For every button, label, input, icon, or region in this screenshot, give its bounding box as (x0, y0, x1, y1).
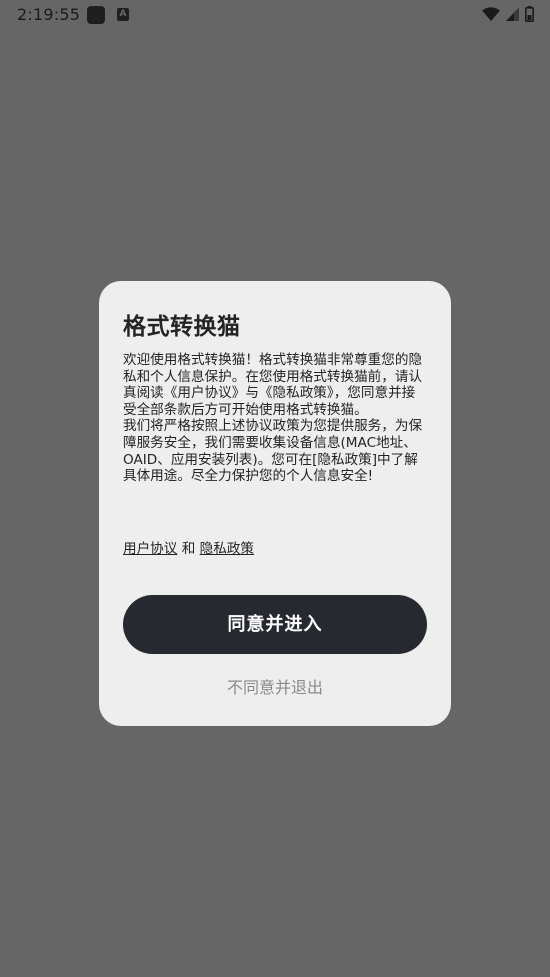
cellular-signal-icon (506, 7, 519, 21)
dialog-body: 欢迎使用格式转换猫！格式转换猫非常尊重您的隐私和个人信息保护。在您使用格式转换猫… (123, 352, 428, 485)
screen: 2:19:55 A 格式转换猫 欢迎使用格式转换猫！格式转换猫非常尊重您的隐私和… (0, 0, 550, 977)
body-paragraph: 欢迎使用格式转换猫！格式转换猫非常尊重您的隐私和个人信息保护。在您使用格式转换猫… (123, 352, 423, 418)
agree-and-enter-button[interactable]: 同意并进入 (123, 595, 427, 654)
dialog-title: 格式转换猫 (123, 314, 241, 340)
body-paragraph: 我们将严格按照上述协议政策为您提供服务，为保障服务安全，我们需要收集设备信息(M… (123, 418, 423, 485)
status-indicators (482, 6, 534, 22)
app-notification-icon (87, 6, 105, 24)
battery-icon (525, 6, 534, 22)
status-time: 2:19:55 (17, 5, 81, 24)
link-separator: 和 (177, 541, 200, 557)
privacy-dialog: 格式转换猫 欢迎使用格式转换猫！格式转换猫非常尊重您的隐私和个人信息保护。在您使… (99, 281, 451, 726)
decline-and-exit-button[interactable]: 不同意并退出 (99, 674, 451, 698)
user-agreement-link[interactable]: 用户协议 (123, 541, 177, 557)
a-notification-icon: A (117, 8, 129, 21)
status-bar: 2:19:55 A (0, 0, 550, 32)
privacy-policy-link[interactable]: 隐私政策 (200, 541, 254, 557)
wifi-icon (482, 6, 500, 21)
agreement-links: 用户协议 和 隐私政策 (123, 537, 254, 557)
